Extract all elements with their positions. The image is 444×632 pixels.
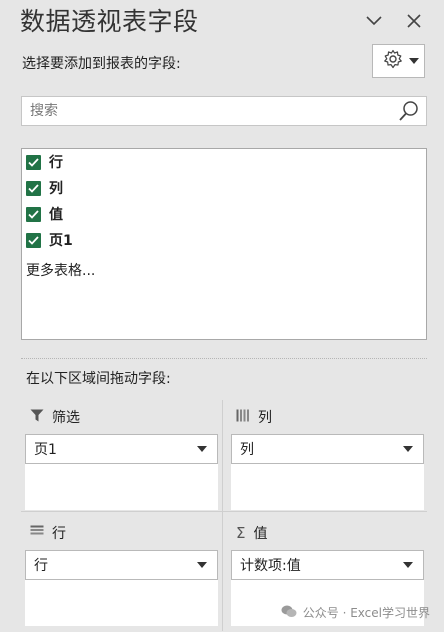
close-icon[interactable] — [403, 10, 425, 32]
field-item-value[interactable]: 值 — [26, 204, 63, 224]
sigma-icon: Σ — [236, 524, 246, 542]
watermark-text: 公众号 · Excel学习世界 — [302, 606, 430, 620]
field-item-page1[interactable]: 页1 — [26, 230, 73, 250]
collapse-chevron-icon[interactable] — [363, 10, 385, 32]
gear-icon — [383, 49, 403, 73]
chevron-down-icon — [197, 446, 207, 452]
columns-drop-zone[interactable]: 列 — [231, 434, 424, 510]
columns-field-value: 列 — [240, 442, 254, 458]
section-divider — [21, 358, 427, 359]
rows-drop-zone[interactable]: 行 — [25, 550, 218, 626]
rows-field-dropdown[interactable]: 行 — [25, 550, 218, 580]
area-horizontal-divider — [21, 511, 427, 512]
values-area-header: Σ 值 — [236, 522, 267, 544]
field-label: 列 — [49, 181, 63, 197]
values-area-label: 值 — [253, 526, 268, 542]
field-list[interactable]: 行 列 值 页1 更多表格... — [21, 148, 427, 340]
columns-area-header: 列 — [236, 406, 272, 428]
field-label: 行 — [49, 155, 63, 171]
watermark: 公众号 · Excel学习世界 — [281, 604, 430, 621]
rows-field-value: 行 — [34, 558, 48, 574]
field-label: 页1 — [49, 233, 73, 249]
panel-title: 数据透视表字段 — [20, 7, 199, 36]
filters-field-dropdown[interactable]: 页1 — [25, 434, 218, 464]
filters-area[interactable]: 筛选 页1 — [22, 406, 218, 516]
choose-fields-label: 选择要添加到报表的字段: — [22, 56, 181, 72]
field-item-column[interactable]: 列 — [26, 178, 63, 198]
filters-drop-zone[interactable]: 页1 — [25, 434, 218, 510]
field-item-row[interactable]: 行 — [26, 152, 63, 172]
more-tables-link[interactable]: 更多表格... — [26, 260, 95, 280]
checkbox-checked[interactable] — [26, 180, 41, 196]
filters-field-value: 页1 — [34, 442, 57, 458]
checkbox-checked[interactable] — [26, 154, 41, 170]
values-field-value: 计数项:值 — [240, 558, 301, 574]
filters-area-label: 筛选 — [52, 410, 80, 426]
search-box[interactable] — [21, 96, 427, 126]
chevron-down-icon — [197, 562, 207, 568]
field-label: 值 — [49, 207, 63, 223]
values-field-dropdown[interactable]: 计数项:值 — [231, 550, 424, 580]
columns-area[interactable]: 列 列 — [228, 406, 424, 516]
checkbox-checked[interactable] — [26, 206, 41, 222]
rows-area[interactable]: 行 行 — [22, 522, 218, 632]
rows-area-header: 行 — [30, 522, 66, 544]
chevron-down-icon — [403, 446, 413, 452]
chevron-down-icon — [403, 562, 413, 568]
filter-icon — [30, 409, 44, 426]
rows-icon — [30, 525, 44, 541]
checkbox-checked[interactable] — [26, 232, 41, 248]
columns-icon — [236, 409, 250, 426]
chevron-down-icon — [409, 58, 419, 64]
columns-area-label: 列 — [258, 410, 272, 426]
drag-fields-label: 在以下区域间拖动字段: — [26, 371, 171, 387]
filters-area-header: 筛选 — [30, 406, 80, 428]
wechat-icon — [281, 605, 297, 621]
area-vertical-divider — [222, 400, 223, 631]
search-icon[interactable] — [396, 98, 422, 124]
search-input[interactable] — [22, 96, 396, 126]
tools-button[interactable] — [372, 44, 425, 78]
columns-field-dropdown[interactable]: 列 — [231, 434, 424, 464]
rows-area-label: 行 — [52, 526, 66, 542]
